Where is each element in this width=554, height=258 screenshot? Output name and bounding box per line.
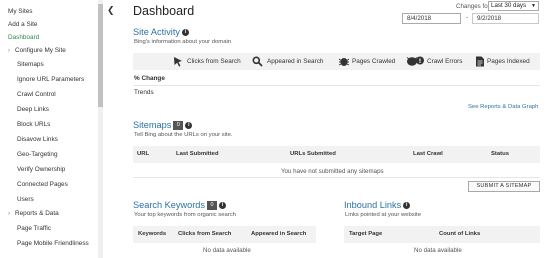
document-icon [476, 56, 484, 67]
sidebar-scrollbar-thumb[interactable] [98, 4, 103, 107]
date-from-input[interactable]: 8/4/2018 [402, 13, 461, 24]
sidebar-item-geo-targeting[interactable]: Geo-Targeting [0, 149, 100, 161]
column-header-last-crawl[interactable]: Last Crawl [413, 146, 443, 163]
sidebar-item-label: Reports & Data [15, 210, 59, 217]
info-icon[interactable]: i [403, 202, 411, 210]
inbound-links-title-text: Inbound Links [344, 200, 402, 210]
sidebar-item-crawl-control[interactable]: Crawl Control [0, 89, 100, 101]
divider [133, 85, 540, 86]
sitemaps-table-header: URL Last Submitted URLs Submitted Last C… [133, 146, 540, 163]
metric-label: Appeared in Search [267, 58, 324, 65]
chevron-right-icon: › [8, 48, 10, 54]
row-percent-change: % Change [134, 75, 165, 82]
info-icon[interactable]: i [185, 122, 193, 130]
sidebar-item-verify-ownership[interactable]: Verify Ownership [0, 164, 100, 176]
changes-for-label: Changes for [456, 3, 490, 10]
date-separator: - [466, 14, 469, 21]
metric-label: Pages Indexed [487, 58, 530, 65]
column-header-count-of-links[interactable]: Count of Links [439, 226, 480, 243]
sidebar-item-ignore-url-parameters[interactable]: Ignore URL Parameters [0, 74, 100, 86]
sidebar-item-reports-and-data[interactable]: › Reports & Data [0, 208, 100, 220]
metric-label: Pages Crawled [352, 58, 396, 65]
metric-label: Clicks from Search [187, 58, 241, 65]
column-header-keywords[interactable]: Keywords [138, 226, 166, 243]
column-header-url[interactable]: URL [137, 146, 149, 163]
sidebar: My Sites Add a Site Dashboard › Configure… [0, 0, 103, 258]
search-keywords-count-badge: 0 [207, 201, 218, 211]
search-keywords-title: Search Keywords 0 i [133, 200, 227, 211]
metric-label: Crawl Errors [427, 58, 463, 65]
column-header-urls-submitted[interactable]: URLs Submitted [290, 146, 336, 163]
inbound-links-description: Links pointed at your website [345, 212, 421, 218]
sidebar-item-dashboard[interactable]: Dashboard [0, 32, 100, 44]
column-header-target-page[interactable]: Target Page [349, 226, 382, 243]
sidebar-item-users[interactable]: Users [0, 194, 100, 206]
sidebar-item-label: Configure My Site [15, 47, 66, 54]
info-icon[interactable]: i [219, 202, 227, 210]
crawler-icon [338, 58, 350, 66]
metrics-bar: Clicks from Search Appeared in Search Pa… [133, 53, 540, 70]
svg-text:!: ! [419, 58, 422, 65]
column-header-clicks-from-search[interactable]: Clicks from Search [178, 226, 231, 243]
sidebar-item-page-mobile-friendliness[interactable]: Page Mobile Friendliness [0, 238, 100, 250]
column-header-last-submitted[interactable]: Last Submitted [176, 146, 219, 163]
sidebar-item-my-sites[interactable]: My Sites [0, 6, 100, 18]
column-header-appeared-in-search[interactable]: Appeared in Search [251, 226, 306, 243]
site-activity-description: Bing's information about your domain [134, 39, 232, 45]
info-icon[interactable]: i [181, 29, 189, 37]
divider [133, 177, 540, 178]
collapse-sidebar-icon[interactable]: ❮ [107, 5, 115, 15]
search-keywords-empty-message: No data available [203, 247, 251, 254]
date-to-input[interactable]: 9/2/2018 [472, 13, 539, 24]
chevron-right-icon: › [8, 211, 10, 217]
inbound-links-empty-message: No data available [414, 247, 462, 254]
column-header-status[interactable]: Status [491, 146, 509, 163]
sitemaps-count-badge: 0 [173, 121, 184, 131]
submit-sitemap-button[interactable]: SUBMIT A SITEMAP [468, 181, 540, 192]
search-keywords-table-header: Keywords Clicks from Search Appeared in … [133, 226, 316, 243]
sidebar-item-sitemaps[interactable]: Sitemaps [0, 59, 100, 71]
row-trends: Trends [134, 89, 154, 96]
sidebar-item-block-urls[interactable]: Block URLs [0, 119, 100, 131]
search-keywords-title-text: Search Keywords [133, 200, 206, 210]
sidebar-item-configure-my-site[interactable]: › Configure My Site [0, 45, 100, 57]
page-title: Dashboard [133, 4, 195, 18]
cursor-icon [174, 57, 182, 67]
sidebar-item-add-a-site[interactable]: Add a Site [0, 19, 100, 31]
sitemaps-empty-message: You have not submitted any sitemaps [281, 168, 384, 175]
sidebar-item-connected-pages[interactable]: Connected Pages [0, 179, 100, 191]
sitemaps-title-text: Sitemaps [133, 120, 172, 130]
see-reports-link[interactable]: See Reports & Data Graph [468, 103, 538, 111]
search-icon [252, 56, 263, 67]
inbound-links-title: Inbound Links i [344, 200, 411, 211]
search-keywords-description: Your top keywords from organic search [134, 212, 236, 218]
sidebar-item-deep-links[interactable]: Deep Links [0, 104, 100, 116]
chevron-down-icon: ▼ [531, 3, 536, 9]
crawl-errors-icon: ! [406, 56, 424, 66]
sidebar-item-disavow-links[interactable]: Disavow Links [0, 134, 100, 146]
period-select-value: Last 30 days [491, 2, 527, 9]
inbound-links-table-header: Target Page Count of Links [344, 226, 540, 243]
period-select[interactable]: Last 30 days ▼ [488, 1, 539, 11]
sitemaps-title: Sitemaps 0 i [133, 120, 193, 131]
sitemaps-description: Tell Bing about the URLs on your site. [134, 132, 233, 138]
site-activity-title: Site Activity i [133, 27, 189, 38]
sidebar-item-page-traffic[interactable]: Page Traffic [0, 223, 100, 235]
site-activity-title-text: Site Activity [133, 27, 180, 37]
